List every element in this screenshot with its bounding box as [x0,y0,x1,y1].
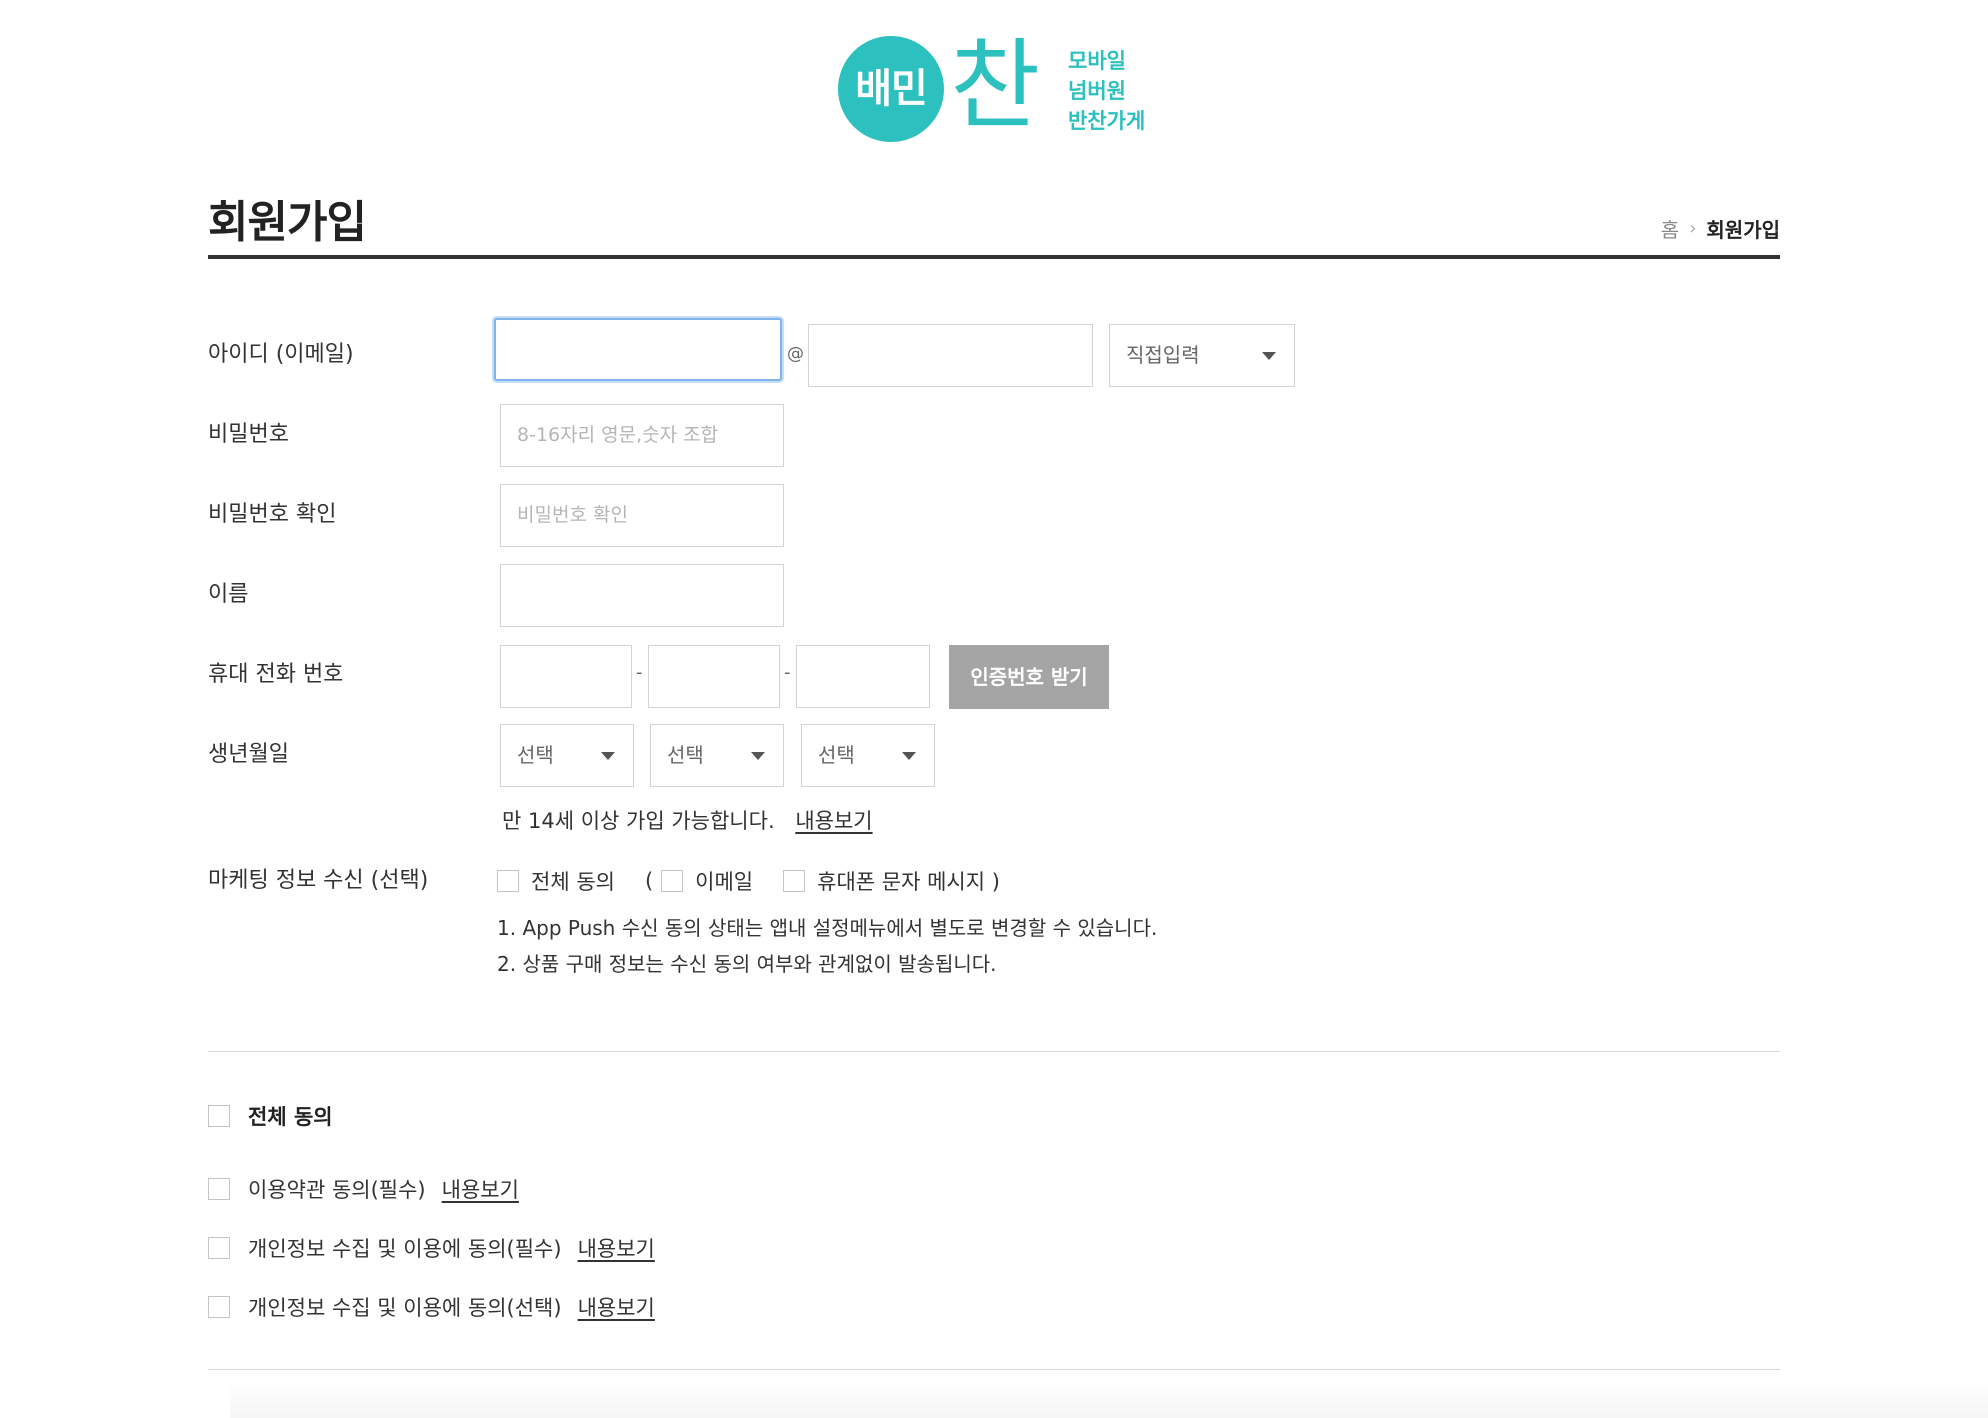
breadcrumb-current: 회원가입 [1706,218,1780,242]
agree-all-row[interactable]: 전체 동의 [208,1101,333,1131]
password-label: 비밀번호 [208,422,289,447]
agreement-label: 개인정보 수집 및 이용에 동의(선택) [248,1296,562,1320]
logo-tagline-line: 모바일 [1068,49,1126,73]
agree-all-checkbox[interactable] [208,1105,230,1127]
logo-tagline-line: 반찬가게 [1068,109,1146,133]
marketing-email-checkbox[interactable] [661,870,684,892]
caret-down-icon [601,752,615,760]
bottom-shadow [230,1380,1988,1418]
marketing-paren: ( [644,869,654,893]
agreement-label: 개인정보 수집 및 이용에 동의(필수) [248,1237,562,1261]
birth-day-select[interactable]: 선택 [801,724,935,787]
marketing-label: 마케팅 정보 수신 (선택) [208,868,429,893]
logo-circle: 배민 [838,36,944,142]
age-note-text: 만 14세 이상 가입 가능합니다. [502,809,775,833]
logo-tagline-line: 넘버원 [1068,79,1126,103]
phone-part2-input[interactable] [648,645,780,708]
phone-label: 휴대 전화 번호 [208,662,344,687]
page-title: 회원가입 [208,197,367,248]
brand-logo[interactable]: 배민 찬 모바일 넘버원 반찬가게 [838,29,1158,144]
marketing-all-label: 전체 동의 [531,870,615,894]
agreement-item: 개인정보 수집 및 이용에 동의(필수) 내용보기 [208,1233,655,1263]
email-domain-select-value: 직접입력 [1126,343,1200,367]
agreement-item: 개인정보 수집 및 이용에 동의(선택) 내용보기 [208,1292,655,1322]
marketing-email-label: 이메일 [695,870,754,894]
caret-down-icon [1262,352,1276,360]
birth-month-value: 선택 [667,743,704,767]
title-divider [208,255,1780,259]
caret-down-icon [751,752,765,760]
password-input[interactable]: 8-16자리 영문,숫자 조합 [500,404,784,467]
age-terms-link[interactable]: 내용보기 [795,809,872,833]
section-divider [208,1369,1780,1370]
phone-separator: - [784,662,791,683]
phone-separator: - [636,662,643,683]
phone-part3-input[interactable] [796,645,930,708]
name-label: 이름 [208,582,249,607]
phone-part1-input[interactable] [500,645,632,708]
email-local-input[interactable] [494,318,782,381]
age-requirement-note: 만 14세 이상 가입 가능합니다. 내용보기 [502,805,873,835]
view-privacy-optional-link[interactable]: 내용보기 [578,1292,655,1322]
marketing-note: 1. App Push 수신 동의 상태는 앱내 설정메뉴에서 별도로 변경할 … [497,916,1158,940]
email-domain-select[interactable]: 직접입력 [1109,324,1295,387]
password-confirm-input[interactable]: 비밀번호 확인 [500,484,784,547]
marketing-options: 전체 동의 ( 이메일 휴대폰 문자 메시지 ) [497,866,1000,896]
marketing-notes: 1. App Push 수신 동의 상태는 앱내 설정메뉴에서 별도로 변경할 … [497,910,1157,982]
birth-month-select[interactable]: 선택 [650,724,784,787]
marketing-all-checkbox[interactable] [497,870,519,892]
at-sign: @ [787,344,804,364]
agreement-label: 이용약관 동의(필수) [248,1178,426,1202]
section-divider [208,1051,1780,1052]
logo-tagline: 모바일 넘버원 반찬가게 [1068,46,1145,136]
breadcrumb-home[interactable]: 홈 [1661,214,1679,243]
birth-year-select[interactable]: 선택 [500,724,634,787]
email-domain-input[interactable] [808,324,1093,387]
breadcrumb: 홈 › 회원가입 [1661,214,1780,243]
agree-privacy-required-checkbox[interactable] [208,1237,230,1259]
password-confirm-label: 비밀번호 확인 [208,502,337,527]
birth-year-value: 선택 [517,743,554,767]
agree-terms-checkbox[interactable] [208,1178,230,1200]
request-verification-button[interactable]: 인증번호 받기 [949,645,1109,709]
marketing-sms-checkbox[interactable] [783,870,806,892]
view-terms-link[interactable]: 내용보기 [442,1174,519,1204]
view-privacy-required-link[interactable]: 내용보기 [578,1233,655,1263]
agree-privacy-optional-checkbox[interactable] [208,1296,230,1318]
agreement-item: 이용약관 동의(필수) 내용보기 [208,1174,519,1204]
name-input[interactable] [500,564,784,627]
logo-char: 찬 [950,29,1041,143]
marketing-sms-label: 휴대폰 문자 메시지 ) [817,870,1000,894]
id-label: 아이디 (이메일) [208,342,354,367]
caret-down-icon [902,752,916,760]
birthdate-label: 생년월일 [208,742,289,767]
marketing-note: 2. 상품 구매 정보는 수신 동의 여부와 관계없이 발송됩니다. [497,952,997,976]
birth-day-value: 선택 [818,743,855,767]
agree-all-label: 전체 동의 [248,1105,333,1129]
chevron-right-icon: › [1689,218,1697,239]
